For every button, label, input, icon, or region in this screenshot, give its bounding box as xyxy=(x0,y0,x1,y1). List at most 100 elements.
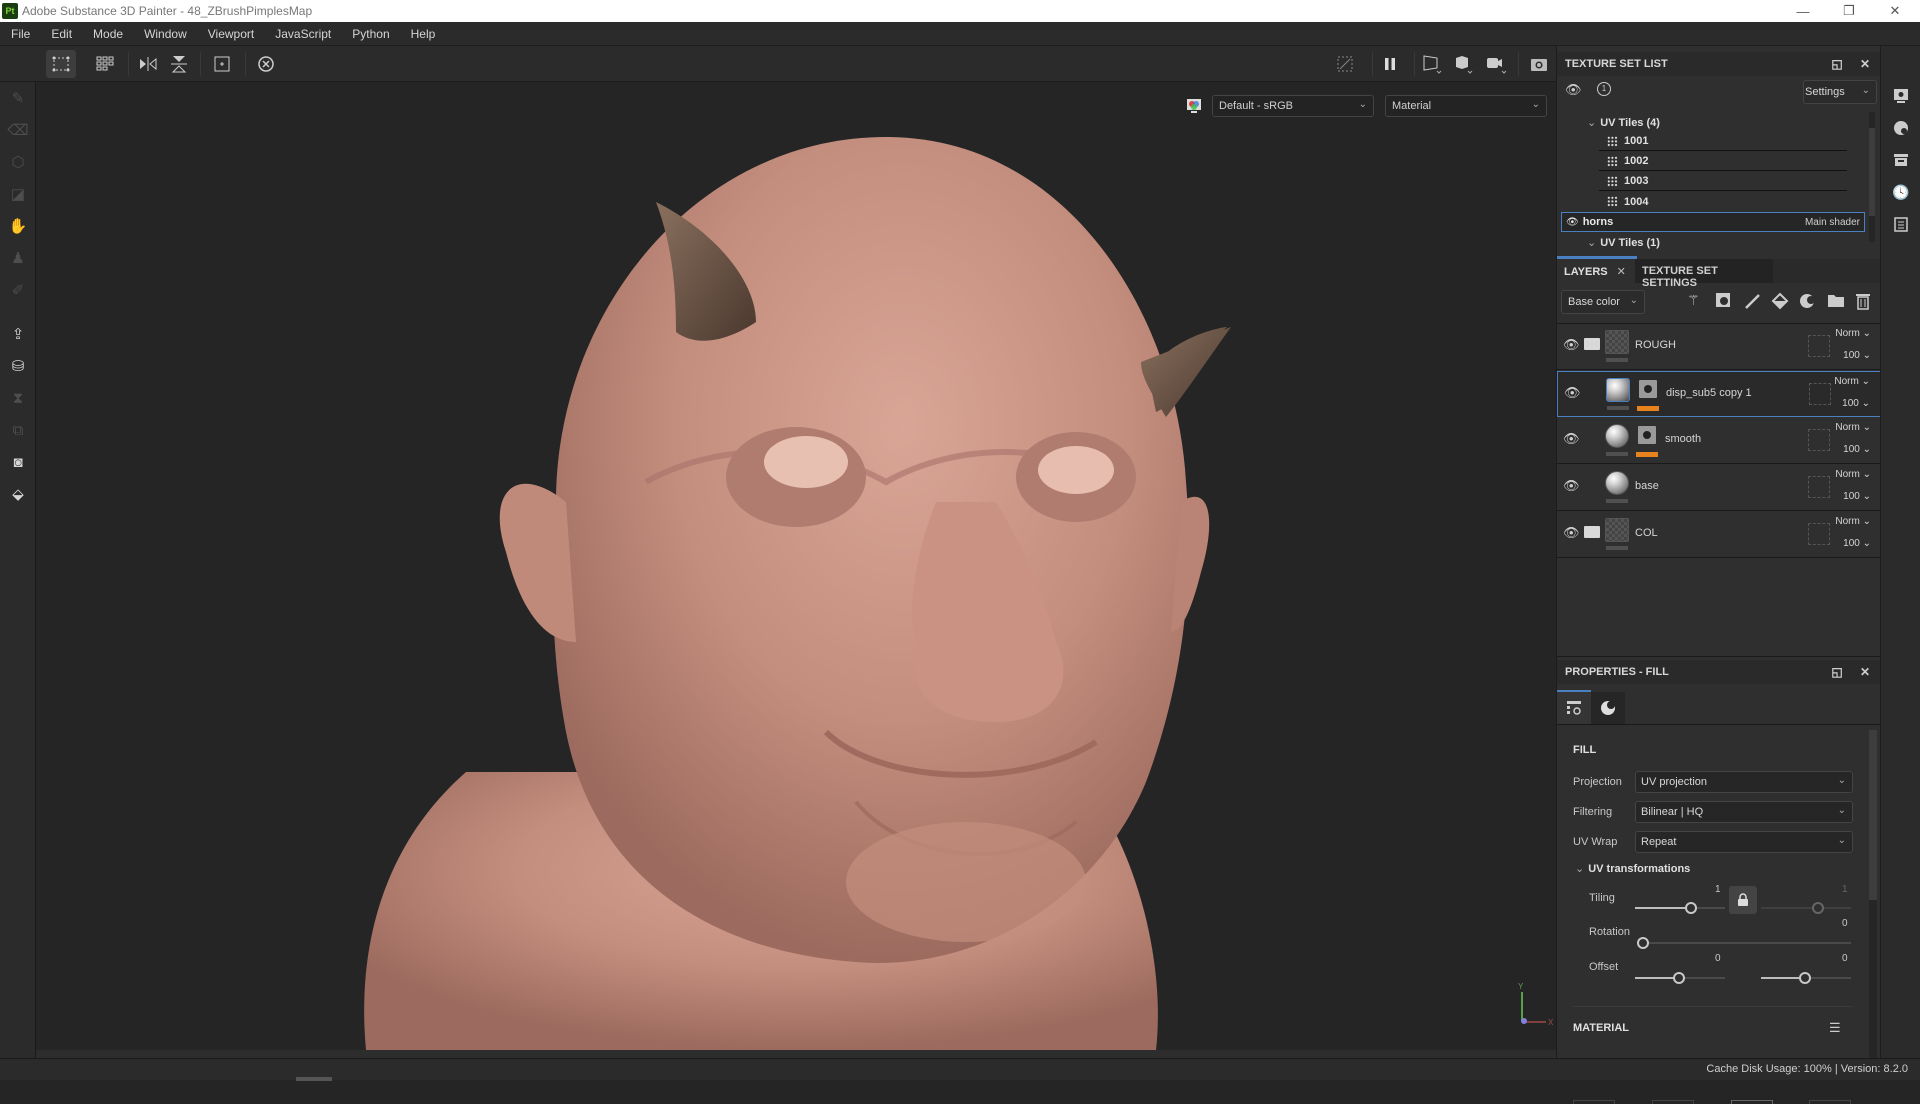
smudge-icon[interactable]: ✋ xyxy=(6,214,30,238)
center-view-icon[interactable] xyxy=(207,50,237,78)
layer-mask-slot[interactable] xyxy=(1808,476,1830,498)
hide-overlay-icon[interactable] xyxy=(1330,50,1360,78)
undock-icon[interactable]: ◱ xyxy=(1829,56,1845,72)
uv-tile-item[interactable]: 1001 xyxy=(1599,132,1847,151)
add-mask-icon[interactable] xyxy=(1715,292,1735,312)
color-picker-icon[interactable]: ✐ xyxy=(6,278,30,302)
tab-layers[interactable]: LAYERS ✕ xyxy=(1557,259,1635,283)
symmetry-x-icon[interactable] xyxy=(133,50,163,78)
layer-row-base[interactable]: 👁 base Norm ⌄ 100 ⌄ xyxy=(1557,465,1881,511)
projection-dropdown[interactable]: UV projection ⌄ xyxy=(1635,771,1853,793)
tiling-v-value[interactable]: 1 xyxy=(1842,884,1848,895)
rotation-value[interactable]: 0 xyxy=(1842,918,1848,929)
add-paint-layer-icon[interactable] xyxy=(1743,292,1763,312)
settings-dropdown[interactable]: Settings ⌄ xyxy=(1803,80,1877,104)
rotation-slider-handle[interactable] xyxy=(1637,937,1649,949)
visibility-toggle-icon[interactable]: 👁 xyxy=(1565,82,1582,98)
blend-mode-dropdown[interactable]: Norm ⌄ xyxy=(1835,469,1871,480)
tiling-u-slider-handle[interactable] xyxy=(1685,902,1697,914)
material-channel-button[interactable] xyxy=(1731,1100,1773,1104)
menu-help[interactable]: Help xyxy=(408,27,448,41)
uv-tiles-group[interactable]: ⌄ UV Tiles (4) xyxy=(1587,116,1660,129)
channel-dropdown[interactable]: Base color ⌄ xyxy=(1561,290,1645,314)
tiling-v-track[interactable] xyxy=(1761,907,1851,909)
uv-transformations-toggle[interactable]: ⌄ UV transformations xyxy=(1575,862,1690,875)
bake-icon[interactable]: ⛁ xyxy=(6,354,30,378)
uv-wrap-dropdown[interactable]: Repeat ⌄ xyxy=(1635,831,1853,853)
offset-u-slider-handle[interactable] xyxy=(1673,972,1685,984)
mask-thumbnail[interactable] xyxy=(1638,426,1656,444)
offset-v-value[interactable]: 0 xyxy=(1842,953,1848,964)
screenshot-icon[interactable] xyxy=(1524,50,1554,78)
layer-row-col[interactable]: 👁 COL Norm ⌄ 100 ⌄ xyxy=(1557,512,1881,558)
texture-list-scrollbar[interactable] xyxy=(1869,112,1875,242)
uv-tiles-group-2[interactable]: ⌄ UV Tiles (1) xyxy=(1587,236,1660,249)
menu-window[interactable]: Window xyxy=(141,27,199,41)
projection-icon[interactable]: ⬡ xyxy=(6,150,30,174)
object-view-icon[interactable] xyxy=(1450,50,1480,78)
layer-mask-slot[interactable] xyxy=(1808,429,1830,451)
material-channel-button[interactable] xyxy=(1809,1100,1851,1104)
properties-scrollbar[interactable] xyxy=(1869,730,1877,1060)
history-icon[interactable]: 🕓 xyxy=(1891,182,1911,202)
blend-mode-dropdown[interactable]: Norm ⌄ xyxy=(1835,328,1871,339)
close-window-button[interactable]: ✕ xyxy=(1872,0,1918,22)
offset-u-value[interactable]: 0 xyxy=(1715,953,1721,964)
blend-mode-dropdown[interactable]: Norm ⌄ xyxy=(1835,422,1871,433)
eraser-icon[interactable]: ⌫ xyxy=(6,118,30,142)
tiling-v-slider-handle[interactable] xyxy=(1812,902,1824,914)
paint-brush-icon[interactable]: ✎ xyxy=(6,86,30,110)
uv-tile-grid-icon[interactable] xyxy=(90,50,120,78)
menu-javascript[interactable]: JavaScript xyxy=(272,27,343,41)
display-settings-icon[interactable] xyxy=(1891,86,1911,106)
tab-texture-set-settings[interactable]: TEXTURE SET SETTINGS xyxy=(1635,259,1773,289)
add-fill-layer-icon[interactable] xyxy=(1771,292,1791,312)
menu-viewport[interactable]: Viewport xyxy=(205,27,266,41)
layer-row-rough[interactable]: 👁 ROUGH Norm ⌄ 100 ⌄ xyxy=(1557,324,1881,370)
blend-mode-dropdown[interactable]: Norm ⌄ xyxy=(1835,516,1871,527)
timeline-icon[interactable]: ⧗ xyxy=(6,386,30,410)
symmetry-y-icon[interactable] xyxy=(164,50,194,78)
eye-icon[interactable]: 👁 xyxy=(1566,217,1579,228)
log-icon[interactable] xyxy=(1891,214,1911,234)
menu-mode[interactable]: Mode xyxy=(90,27,135,41)
eye-icon[interactable]: 👁 xyxy=(1564,385,1581,400)
layer-row-smooth[interactable]: 👁 smooth Norm ⌄ 100 ⌄ xyxy=(1557,418,1881,464)
material-tab[interactable] xyxy=(1591,692,1625,724)
opacity-dropdown[interactable]: 100 ⌄ xyxy=(1843,350,1871,361)
pause-icon[interactable] xyxy=(1375,50,1405,78)
close-panel-icon[interactable]: ✕ xyxy=(1857,56,1873,72)
minimize-button[interactable]: — xyxy=(1780,0,1826,22)
3d-viewport[interactable]: Default - sRGB ⌄ Material ⌄ Y X xyxy=(36,82,1556,1050)
material-menu-icon[interactable]: ☰ xyxy=(1829,1020,1845,1036)
close-panel-icon[interactable]: ✕ xyxy=(1857,664,1873,680)
opacity-dropdown[interactable]: 100 ⌄ xyxy=(1843,538,1871,549)
layer-row-disp-sub5-copy-1[interactable]: 👁 disp_sub5 copy 1 Norm ⌄ 100 ⌄ xyxy=(1557,371,1881,417)
opacity-dropdown[interactable]: 100 ⌄ xyxy=(1842,398,1870,409)
opacity-dropdown[interactable]: 100 ⌄ xyxy=(1843,444,1871,455)
polygon-fill-icon[interactable]: ◪ xyxy=(6,182,30,206)
clone-stamp-icon[interactable]: ♟ xyxy=(6,246,30,270)
blend-mode-dropdown[interactable]: Norm ⌄ xyxy=(1834,376,1870,387)
status-resize-handle[interactable] xyxy=(296,1077,332,1081)
filtering-dropdown[interactable]: Bilinear | HQ ⌄ xyxy=(1635,801,1853,823)
add-effect-icon[interactable]: ⚚ xyxy=(1687,292,1707,312)
solo-icon[interactable]: 1 xyxy=(1597,82,1611,96)
material-channel-button[interactable] xyxy=(1573,1100,1615,1104)
tiling-lock-button[interactable] xyxy=(1729,886,1757,914)
display-mode-icon[interactable] xyxy=(1418,50,1448,78)
uv-tile-item[interactable]: 1003 xyxy=(1599,172,1847,191)
geometry-mask-icon[interactable]: ⬙ xyxy=(6,482,30,506)
menu-file[interactable]: File xyxy=(8,27,42,41)
uv-tile-item[interactable]: 1004 xyxy=(1599,192,1847,211)
assets-icon[interactable] xyxy=(1891,150,1911,170)
offset-v-slider-handle[interactable] xyxy=(1799,972,1811,984)
selection-mode-icon[interactable] xyxy=(46,50,76,78)
menu-edit[interactable]: Edit xyxy=(48,27,84,41)
delete-layer-icon[interactable] xyxy=(1855,292,1875,312)
layer-mask-slot[interactable] xyxy=(1809,383,1831,405)
tiling-u-value[interactable]: 1 xyxy=(1715,884,1721,895)
mask-thumbnail[interactable] xyxy=(1639,380,1657,398)
history-reset-icon[interactable] xyxy=(251,50,281,78)
rotation-track[interactable] xyxy=(1639,942,1851,944)
